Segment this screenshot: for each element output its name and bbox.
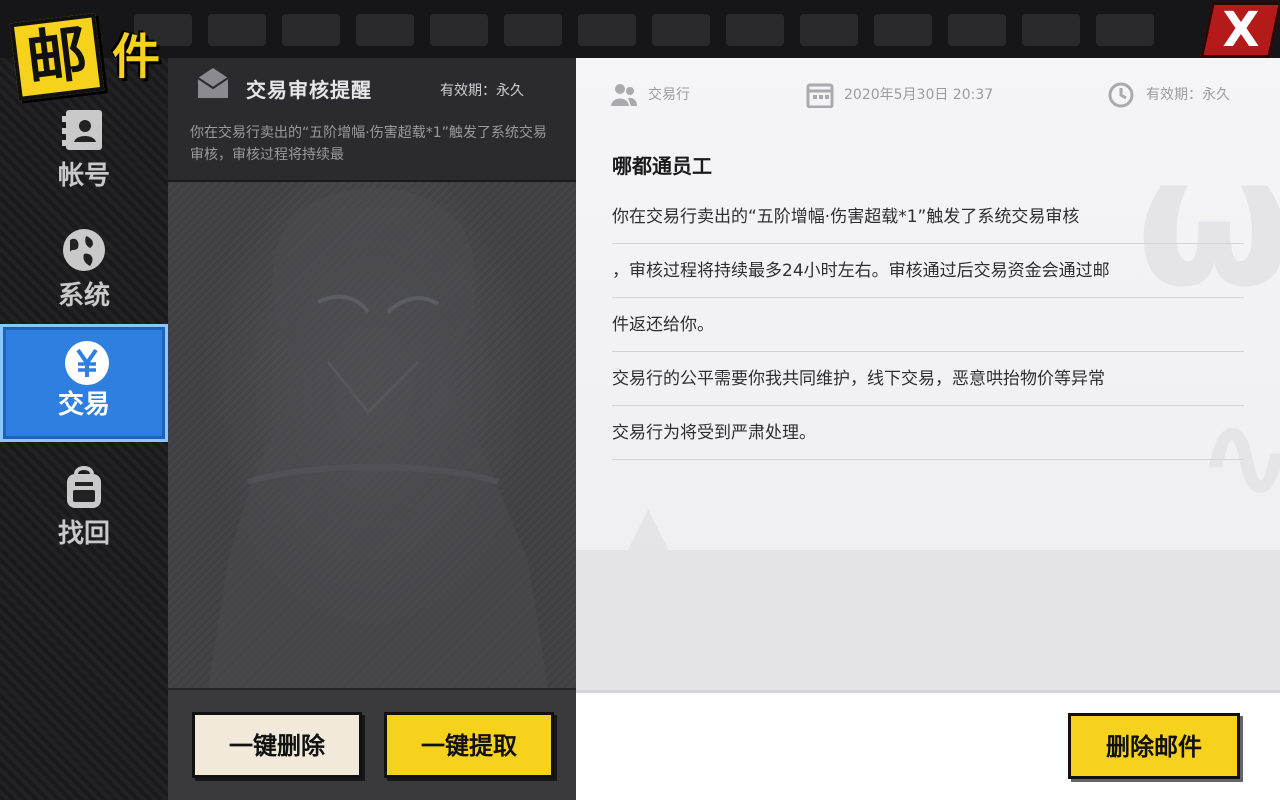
mail-date: 2020年5月30日 20:37 <box>806 80 1046 110</box>
background-band <box>576 550 1280 690</box>
mail-list: 交易审核提醒 有效期：永久 你在交易行卖出的“五阶增幅·伤害超载*1”触发了系统… <box>168 58 576 800</box>
film-strip-hole <box>948 14 1006 46</box>
list-footer: 一键删除 一键提取 <box>168 688 576 800</box>
mail-body-line: ，审核过程将持续最多24小时左右。审核通过后交易资金会通过邮 <box>612 244 1244 298</box>
logo-sub-char: 件 <box>111 29 160 85</box>
film-strip-hole <box>874 14 932 46</box>
character-artwork <box>168 182 576 688</box>
users-icon <box>610 82 638 108</box>
close-icon: X <box>1222 2 1260 58</box>
mail-logo: 邮 件 <box>9 12 170 102</box>
delete-all-button[interactable]: 一键删除 <box>192 712 362 778</box>
mail-expiry-detail: 有效期：永久 <box>1108 80 1258 110</box>
film-strip-hole <box>800 14 858 46</box>
mail-body-line: 交易行为将受到严肃处理。 <box>612 406 1244 460</box>
film-strip-hole <box>726 14 784 46</box>
backpack-icon <box>60 464 108 512</box>
sidebar-item-trade[interactable]: 交易 <box>0 324 168 442</box>
film-strip-hole <box>1022 14 1080 46</box>
film-strip-hole <box>282 14 340 46</box>
sidebar-item-label: 系统 <box>57 281 110 311</box>
mail-body-line: 你在交易行卖出的“五阶增幅·伤害超载*1”触发了系统交易审核 <box>612 190 1244 244</box>
globe-icon <box>60 226 108 274</box>
film-strip-hole <box>430 14 488 46</box>
claim-all-button[interactable]: 一键提取 <box>384 712 554 778</box>
envelope-icon <box>196 66 230 100</box>
film-strip-hole <box>356 14 414 46</box>
mail-sender: 交易行 <box>610 80 770 110</box>
delete-mail-button[interactable]: 删除邮件 <box>1068 713 1240 779</box>
close-button[interactable]: X <box>1200 2 1280 58</box>
top-bar <box>0 0 1280 58</box>
mail-title: 交易审核提醒 <box>246 78 372 102</box>
film-strip-hole <box>208 14 266 46</box>
mail-recipient: 哪都通员工 <box>612 154 712 178</box>
sidebar-item-recover[interactable]: 找回 <box>0 454 168 572</box>
calendar-icon <box>806 82 834 109</box>
sidebar-item-label: 交易 <box>57 390 110 420</box>
detail-background: ω ∿ ▲ ◐ 交易行 <box>576 58 1280 690</box>
mail-preview: 你在交易行卖出的“五阶增幅·伤害超载*1”触发了系统交易审核，审核过程将持续最 <box>190 125 547 163</box>
mail-list-item[interactable]: 交易审核提醒 有效期：永久 你在交易行卖出的“五阶增幅·伤害超载*1”触发了系统… <box>168 58 576 182</box>
film-strip-hole <box>504 14 562 46</box>
mail-detail-panel: ω ∿ ▲ ◐ 交易行 <box>576 58 1280 800</box>
mail-body-line: 交易行的公平需要你我共同维护，线下交易，恶意哄抬物价等异常 <box>612 352 1244 406</box>
clock-icon <box>1108 82 1136 108</box>
film-strip-hole <box>652 14 710 46</box>
film-strip-hole <box>578 14 636 46</box>
sidebar-item-system[interactable]: 系统 <box>0 216 168 334</box>
yen-icon <box>63 339 111 387</box>
sidebar-item-label: 找回 <box>57 519 110 549</box>
id-card-icon <box>60 106 108 154</box>
mail-expiry: 有效期：永久 <box>440 83 524 99</box>
sidebar-item-account[interactable]: 帐号 <box>0 96 168 214</box>
mail-meta-row: 交易行 2020年5月30日 20:37 有效期：永久 <box>576 80 1280 110</box>
detail-footer: 删除邮件 <box>576 690 1280 800</box>
sidebar: 帐号 系统 交易 找回 <box>0 58 168 800</box>
mail-body-line: 件返还给你。 <box>612 298 1244 352</box>
film-strip-hole <box>1096 14 1154 46</box>
sidebar-item-label: 帐号 <box>57 161 110 191</box>
logo-main-char: 邮 <box>9 13 105 101</box>
mail-sender-text: 交易行 <box>648 87 690 103</box>
mail-date-text: 2020年5月30日 20:37 <box>844 87 994 103</box>
mail-expiry-text: 有效期：永久 <box>1146 87 1230 103</box>
